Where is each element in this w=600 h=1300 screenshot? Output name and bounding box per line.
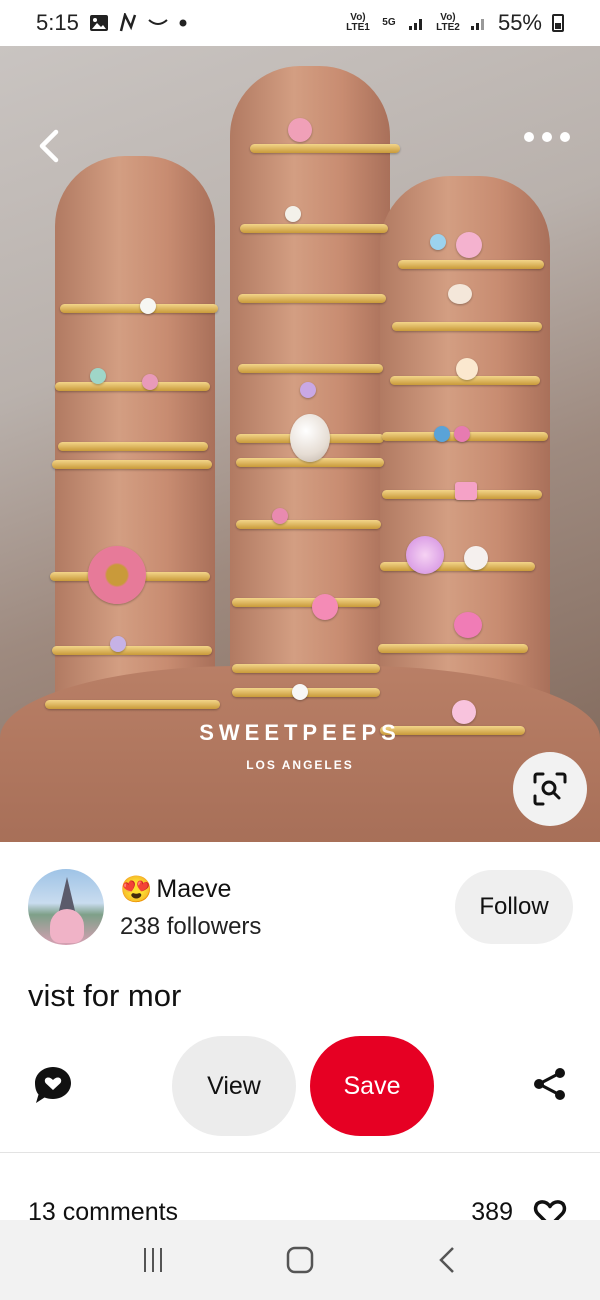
gem	[110, 636, 126, 652]
ring	[60, 304, 218, 313]
network-5g: 5G	[382, 17, 396, 28]
ring	[232, 598, 380, 607]
gem	[272, 508, 288, 524]
divider	[0, 1152, 600, 1153]
avatar[interactable]	[28, 869, 104, 945]
ring	[240, 224, 388, 233]
gem	[288, 118, 312, 142]
signal-icon	[408, 19, 422, 30]
follow-button[interactable]: Follow	[455, 870, 573, 944]
share-button[interactable]	[532, 1066, 568, 1102]
more-dots-icon	[542, 132, 552, 142]
ring	[52, 646, 212, 655]
gem	[142, 374, 158, 390]
ring	[58, 442, 208, 451]
battery-icon	[552, 14, 564, 32]
ring	[238, 364, 383, 373]
status-right: Vo) LTE1 5G Vo) LTE2 55%	[346, 10, 564, 36]
gem	[448, 284, 472, 304]
ring	[238, 294, 386, 303]
ring	[55, 382, 210, 391]
gem	[456, 358, 478, 380]
creator-name: 😍 Maeve	[120, 874, 455, 905]
visual-search-button[interactable]	[513, 752, 587, 826]
creator-name-text: Maeve	[156, 874, 232, 903]
signal-icon-2	[470, 19, 484, 30]
recent-apps-button[interactable]	[133, 1240, 173, 1280]
heart-eyes-emoji: 😍	[120, 873, 153, 904]
pin-description: vist for mor	[28, 978, 182, 1013]
ring	[45, 700, 220, 709]
ring	[380, 562, 535, 571]
gem	[290, 414, 330, 462]
gem	[300, 382, 316, 398]
ring	[232, 664, 380, 673]
status-left: 5:15	[36, 10, 187, 36]
gem	[454, 426, 470, 442]
avatar-figure	[50, 909, 84, 943]
share-icon	[534, 1068, 565, 1100]
action-row: View Save	[0, 1036, 600, 1136]
n-icon	[119, 13, 137, 32]
back-button[interactable]	[30, 126, 70, 166]
status-time: 5:15	[36, 10, 79, 35]
creator-row: 😍 Maeve 238 followers Follow	[28, 868, 573, 946]
home-icon	[286, 1246, 314, 1274]
system-nav-bar	[0, 1220, 600, 1300]
amazon-icon	[148, 19, 168, 25]
battery-percent: 55%	[497, 10, 542, 35]
ring	[52, 460, 212, 469]
home-button[interactable]	[280, 1240, 320, 1280]
recent-apps-icon	[144, 1248, 163, 1272]
gem	[88, 546, 146, 604]
follower-count: 238 followers	[120, 912, 262, 940]
view-button[interactable]: View	[172, 1036, 296, 1136]
gem	[140, 298, 156, 314]
gem	[285, 206, 301, 222]
gem	[90, 368, 106, 384]
gem	[406, 536, 444, 574]
gem	[455, 482, 477, 500]
dot-icon	[179, 19, 187, 27]
creator-info[interactable]: 😍 Maeve 238 followers	[120, 874, 455, 941]
gem	[312, 594, 338, 620]
ring	[378, 644, 528, 653]
pin-image[interactable]: SWEETPEEPS LOS ANGELES	[0, 46, 600, 842]
comment-button[interactable]	[32, 1064, 74, 1106]
gem	[456, 232, 482, 258]
ring	[236, 520, 381, 529]
more-options-button[interactable]	[524, 122, 570, 152]
more-dots-icon	[560, 132, 570, 142]
save-button[interactable]: Save	[310, 1036, 434, 1136]
comment-bubble-heart-icon	[35, 1067, 71, 1103]
ring	[250, 144, 400, 153]
network-lte1: Vo) LTE1	[346, 12, 370, 33]
system-back-button[interactable]	[427, 1240, 467, 1280]
image-icon	[89, 15, 108, 31]
gem	[454, 612, 482, 638]
more-dots-icon	[524, 132, 534, 142]
brand-watermark: SWEETPEEPS	[199, 720, 401, 745]
gem	[434, 426, 450, 442]
gem	[464, 546, 488, 570]
visual-search-icon	[533, 772, 567, 806]
ring	[392, 322, 542, 331]
status-bar: 5:15 Vo) LTE1 5G Vo) LTE2 55%	[0, 0, 600, 46]
gem	[430, 234, 446, 250]
brand-location: LOS ANGELES	[246, 758, 354, 772]
ring	[398, 260, 544, 269]
gem	[292, 684, 308, 700]
back-chevron-icon	[39, 129, 59, 163]
system-back-icon	[438, 1247, 454, 1273]
network-lte2: Vo) LTE2	[436, 12, 460, 33]
